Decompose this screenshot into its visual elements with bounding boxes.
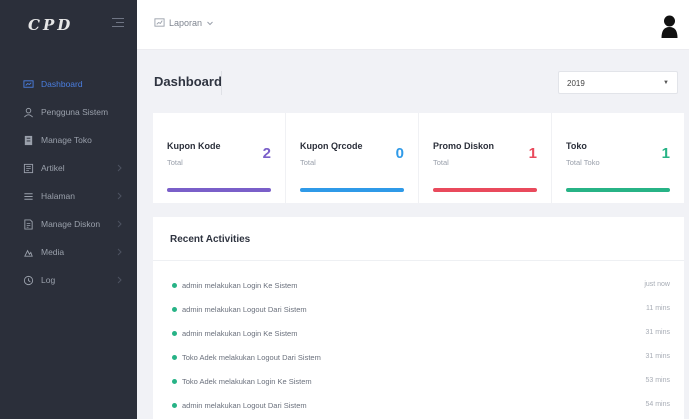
- sidebar-item-dashboard[interactable]: Dashboard: [0, 70, 137, 98]
- chevron-down-icon: [207, 21, 213, 25]
- user-icon: [23, 107, 34, 118]
- year-select-value: 2019: [567, 79, 585, 88]
- store-icon: [23, 135, 34, 146]
- sidebar-item-pengguna-sistem[interactable]: Pengguna Sistem: [0, 98, 137, 126]
- report-icon: [154, 18, 165, 27]
- activity-time: 31 mins: [645, 353, 670, 360]
- activity-item: admin melakukan Login Ke Sistem 31 mins: [153, 322, 684, 346]
- activity-time: just now: [644, 281, 670, 288]
- chevron-right-icon: [115, 192, 123, 200]
- sidebar-item-manage-toko[interactable]: Manage Toko: [0, 126, 137, 154]
- stat-title: Kupon Kode: [167, 141, 221, 151]
- stat-bar: [433, 188, 537, 192]
- stat-card-promo-diskon: Promo Diskon Total 1: [419, 113, 552, 203]
- page-icon: [23, 191, 34, 202]
- activity-item: Toko Adek melakukan Logout Dari Sistem 3…: [153, 346, 684, 370]
- media-icon: [23, 247, 34, 258]
- divider: [153, 260, 684, 261]
- year-select[interactable]: 2019 ▼: [558, 71, 678, 94]
- stat-value: 2: [262, 145, 271, 162]
- chevron-right-icon: [115, 220, 123, 228]
- activity-item: admin melakukan Login Ke Sistem just now: [153, 274, 684, 298]
- sidebar-item-label: Artikel: [41, 163, 65, 173]
- stat-bar: [167, 188, 271, 192]
- activity-time: 31 mins: [645, 329, 670, 336]
- activity-text: Toko Adek melakukan Logout Dari Sistem: [182, 353, 321, 362]
- activity-text: admin melakukan Login Ke Sistem: [182, 329, 298, 338]
- stat-subtitle: Total Toko: [566, 158, 600, 167]
- chevron-right-icon: [115, 248, 123, 256]
- stat-subtitle: Total: [433, 158, 449, 167]
- status-dot-icon: [172, 355, 177, 360]
- stat-title: Kupon Qrcode: [300, 141, 363, 151]
- activity-time: 53 mins: [645, 377, 670, 384]
- activity-text: Toko Adek melakukan Login Ke Sistem: [182, 377, 312, 386]
- sidebar-menu: Dashboard Pengguna Sistem Manage Toko Ar…: [0, 50, 137, 294]
- sidebar-item-halaman[interactable]: Halaman: [0, 182, 137, 210]
- brand: CPD: [0, 0, 137, 50]
- page-title: Dashboard: [154, 74, 222, 89]
- sidebar-item-artikel[interactable]: Artikel: [0, 154, 137, 182]
- stat-value: 1: [661, 145, 670, 162]
- stat-bar: [566, 188, 670, 192]
- sidebar-item-label: Manage Diskon: [41, 219, 101, 229]
- chevron-right-icon: [115, 276, 123, 284]
- avatar-icon[interactable]: [661, 14, 678, 38]
- chevron-right-icon: [115, 164, 123, 172]
- sidebar-item-label: Pengguna Sistem: [41, 107, 109, 117]
- sidebar-item-log[interactable]: Log: [0, 266, 137, 294]
- status-dot-icon: [172, 403, 177, 408]
- report-menu[interactable]: Laporan: [154, 17, 214, 28]
- activity-text: admin melakukan Logout Dari Sistem: [182, 401, 307, 410]
- stat-subtitle: Total: [300, 158, 316, 167]
- sidebar-item-label: Halaman: [41, 191, 76, 201]
- sidebar-item-label: Log: [41, 275, 56, 285]
- stat-bar: [300, 188, 404, 192]
- status-dot-icon: [172, 283, 177, 288]
- activity-item: admin melakukan Logout Dari Sistem 54 mi…: [153, 394, 684, 418]
- discount-icon: [23, 218, 34, 230]
- activity-item: Toko Adek melakukan Login Ke Sistem 53 m…: [153, 370, 684, 394]
- page-heading: Dashboard 2019 ▼: [137, 51, 689, 113]
- activity-time: 54 mins: [645, 401, 670, 408]
- log-icon: [23, 275, 34, 286]
- status-dot-icon: [172, 307, 177, 312]
- top-header: Laporan: [137, 0, 689, 50]
- status-dot-icon: [172, 331, 177, 336]
- sidebar-item-media[interactable]: Media: [0, 238, 137, 266]
- stat-card-kupon-qrcode: Kupon Qrcode Total 0: [286, 113, 419, 203]
- stat-value: 1: [528, 145, 537, 162]
- sidebar: CPD Dashboard Pengguna Sistem Manage Tok…: [0, 0, 137, 419]
- stat-card-toko: Toko Total Toko 1: [552, 113, 684, 203]
- brand-logo[interactable]: CPD: [28, 16, 73, 34]
- report-menu-label: Laporan: [169, 17, 203, 28]
- menu-toggle-icon[interactable]: [112, 18, 124, 30]
- stats-panel: Kupon Kode Total 2 Kupon Qrcode Total 0 …: [153, 113, 684, 203]
- stat-subtitle: Total: [167, 158, 183, 167]
- sidebar-item-manage-diskon[interactable]: Manage Diskon: [0, 210, 137, 238]
- stat-title: Toko: [566, 141, 587, 151]
- dashboard-icon: [23, 79, 34, 90]
- activity-text: admin melakukan Login Ke Sistem: [182, 281, 298, 290]
- recent-activities-panel: Recent Activities admin melakukan Login …: [153, 217, 684, 419]
- stat-value: 0: [395, 145, 404, 162]
- activity-text: admin melakukan Logout Dari Sistem: [182, 305, 307, 314]
- sidebar-item-label: Media: [41, 247, 65, 257]
- activity-time: 11 mins: [646, 305, 670, 312]
- title-divider: [221, 71, 222, 95]
- recent-activities-title: Recent Activities: [170, 234, 251, 245]
- sidebar-item-label: Dashboard: [41, 79, 83, 89]
- stat-card-kupon-kode: Kupon Kode Total 2: [153, 113, 286, 203]
- article-icon: [23, 163, 34, 174]
- caret-down-icon: ▼: [663, 80, 669, 86]
- status-dot-icon: [172, 379, 177, 384]
- sidebar-item-label: Manage Toko: [41, 135, 92, 145]
- stat-title: Promo Diskon: [433, 141, 495, 151]
- activity-item: admin melakukan Logout Dari Sistem 11 mi…: [153, 298, 684, 322]
- activity-list: admin melakukan Login Ke Sistem just now…: [153, 274, 684, 418]
